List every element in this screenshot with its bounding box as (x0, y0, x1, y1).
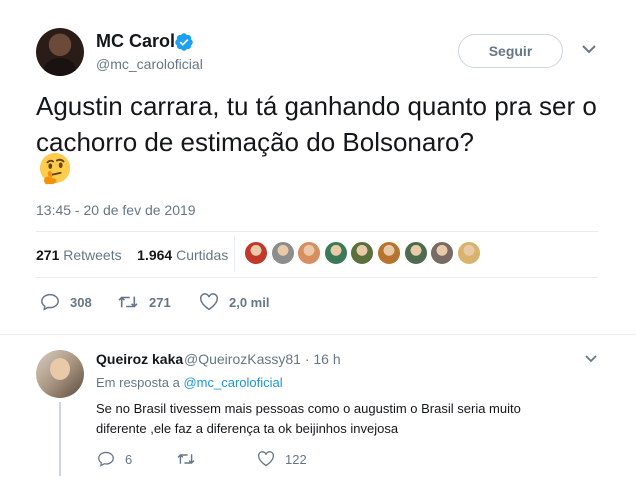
chevron-down-icon[interactable] (580, 42, 598, 56)
heart-icon (258, 451, 274, 467)
liker-avatar[interactable] (297, 241, 322, 265)
author-name[interactable]: MC Carol (96, 31, 175, 52)
tweet-text: Agustin carrara, tu tá ganhando quanto p… (36, 91, 597, 157)
retweet-icon (177, 454, 195, 464)
liker-avatar[interactable] (430, 241, 455, 265)
reply-author-name[interactable]: Queiroz kaka (96, 351, 183, 367)
reply-icon (98, 451, 114, 467)
verified-badge-icon (175, 33, 193, 51)
retweet-icon (118, 296, 138, 308)
retweet-action[interactable] (176, 451, 206, 467)
like-action[interactable]: 2,0 mil (199, 293, 269, 311)
author-avatar[interactable] (36, 28, 84, 76)
thread-line (59, 402, 61, 476)
heart-icon (200, 293, 218, 311)
reply-action[interactable]: 308 (40, 293, 92, 311)
liker-avatar[interactable] (350, 241, 375, 265)
reply-author-avatar[interactable] (36, 350, 84, 398)
tweet-stats[interactable]: 271 Retweets 1.964 Curtidas (36, 247, 228, 263)
reply-author-handle[interactable]: @QueirozKassy81 · 16 h (184, 351, 341, 367)
author-handle[interactable]: @mc_caroloficial (96, 56, 203, 72)
like-count: 2,0 mil (229, 294, 270, 310)
retweet-action[interactable]: 271 (117, 293, 171, 311)
liker-avatar[interactable] (244, 241, 268, 265)
chevron-down-icon[interactable] (584, 354, 598, 364)
thinking-face-icon (39, 152, 71, 185)
reply-count: 308 (70, 294, 92, 310)
reply-to-link[interactable]: @mc_caroloficial (183, 375, 282, 390)
reply-count: 6 (125, 451, 133, 467)
tweet-timestamp[interactable]: 13:45 - 20 de fev de 2019 (36, 202, 196, 218)
liker-avatar[interactable] (270, 241, 295, 265)
divider (36, 277, 598, 278)
reply-action[interactable]: 6 (97, 451, 132, 467)
reply-icon (41, 293, 59, 311)
reply-text: Se no Brasil tivessem mais pessoas como … (96, 401, 521, 436)
retweets-label[interactable]: Retweets (63, 247, 121, 263)
likes-count[interactable]: 1.964 (137, 247, 172, 263)
divider (0, 334, 636, 335)
retweets-count[interactable]: 271 (36, 247, 59, 263)
retweet-count: 271 (149, 294, 171, 310)
like-count: 122 (285, 451, 307, 467)
follow-button[interactable]: Seguir (458, 34, 563, 68)
stats-separator (234, 236, 235, 272)
divider (36, 231, 598, 232)
reply-prefix: Em resposta a (96, 375, 180, 390)
likes-label[interactable]: Curtidas (176, 247, 228, 263)
liker-avatar[interactable] (323, 241, 348, 265)
in-reply-to: Em resposta a @mc_caroloficial (96, 375, 283, 390)
liker-avatar[interactable] (403, 241, 428, 265)
liker-avatar[interactable] (456, 241, 481, 265)
likers-avatars (244, 241, 483, 265)
like-action[interactable]: 122 (257, 451, 307, 467)
liker-avatar[interactable] (376, 241, 401, 265)
